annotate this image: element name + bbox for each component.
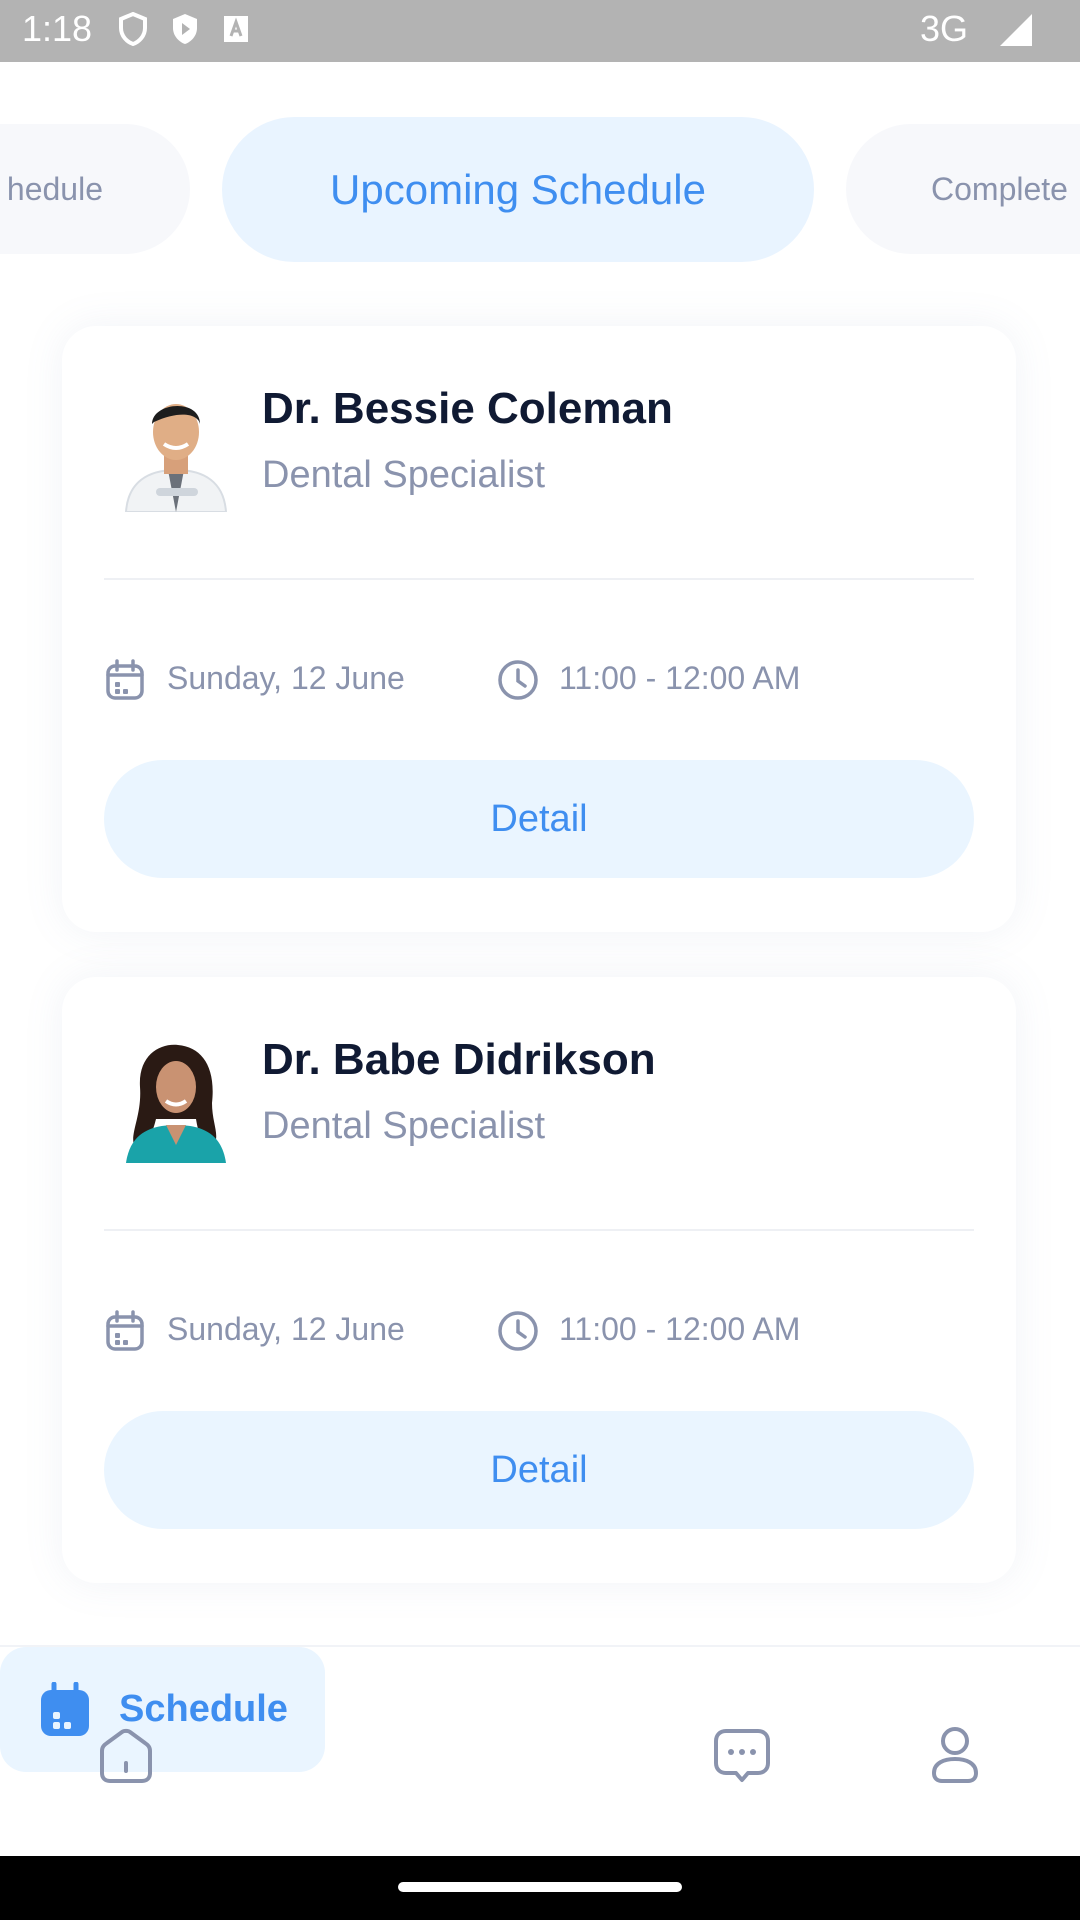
profile-icon bbox=[931, 1727, 979, 1783]
appointment-card: Dr. Babe Didrikson Dental Specialist Sun… bbox=[62, 977, 1016, 1583]
doctor-avatar bbox=[120, 1035, 232, 1163]
home-gesture-handle[interactable] bbox=[398, 1882, 682, 1892]
doctor-specialty: Dental Specialist bbox=[262, 1105, 546, 1147]
appointment-meta: Sunday, 12 June 11:00 - 12:00 AM bbox=[104, 656, 974, 706]
system-gesture-area bbox=[0, 1856, 1080, 1920]
nav-profile[interactable] bbox=[930, 1725, 980, 1785]
detail-button[interactable]: Detail bbox=[104, 760, 974, 878]
doctor-name: Dr. Bessie Coleman bbox=[262, 384, 673, 433]
divider bbox=[104, 578, 974, 580]
doctor-name: Dr. Babe Didrikson bbox=[262, 1035, 656, 1084]
text-icon bbox=[224, 16, 248, 42]
appointment-time: 11:00 - 12:00 AM bbox=[559, 1311, 801, 1347]
nav-chat[interactable] bbox=[712, 1725, 772, 1785]
clock-icon bbox=[498, 660, 538, 700]
appointment-date: Sunday, 12 June bbox=[167, 1311, 405, 1347]
appointment-card: Dr. Bessie Coleman Dental Specialist Sun… bbox=[62, 326, 1016, 932]
nav-schedule[interactable]: Schedule bbox=[0, 1647, 325, 1772]
nav-home[interactable] bbox=[96, 1725, 156, 1785]
network-type: 3G bbox=[919, 8, 968, 49]
tab-label: Upcoming Schedule bbox=[330, 165, 706, 213]
calendar-icon bbox=[106, 659, 144, 700]
status-bar: 1:18 3G bbox=[0, 0, 1080, 62]
tab-completed[interactable]: Complete bbox=[846, 124, 1080, 254]
status-icons bbox=[118, 12, 250, 46]
status-time: 1:18 bbox=[22, 8, 93, 49]
tab-label: hedule bbox=[6, 170, 103, 207]
doctor-avatar bbox=[120, 384, 232, 512]
tab-upcoming-schedule[interactable]: Upcoming Schedule bbox=[222, 117, 814, 262]
tab-label: Complete bbox=[931, 170, 1068, 207]
doctor-specialty: Dental Specialist bbox=[262, 454, 546, 496]
chat-icon bbox=[714, 1729, 770, 1782]
clock-icon bbox=[498, 1311, 538, 1351]
home-icon bbox=[100, 1728, 152, 1783]
shield-icon bbox=[119, 12, 147, 46]
tab-schedule[interactable]: hedule bbox=[0, 124, 190, 254]
calendar-icon bbox=[41, 1681, 89, 1736]
divider bbox=[104, 1229, 974, 1231]
signal-icon bbox=[1000, 14, 1032, 46]
appointment-date: Sunday, 12 June bbox=[167, 660, 405, 696]
calendar-icon bbox=[106, 1310, 144, 1351]
bottom-navigation: Schedule bbox=[0, 1645, 1080, 1857]
appointment-time: 11:00 - 12:00 AM bbox=[559, 660, 801, 696]
play-protect-icon bbox=[173, 14, 197, 44]
appointment-meta: Sunday, 12 June 11:00 - 12:00 AM bbox=[104, 1307, 974, 1357]
detail-button[interactable]: Detail bbox=[104, 1411, 974, 1529]
schedule-tabs: hedule Upcoming Schedule Complete bbox=[0, 62, 1080, 282]
